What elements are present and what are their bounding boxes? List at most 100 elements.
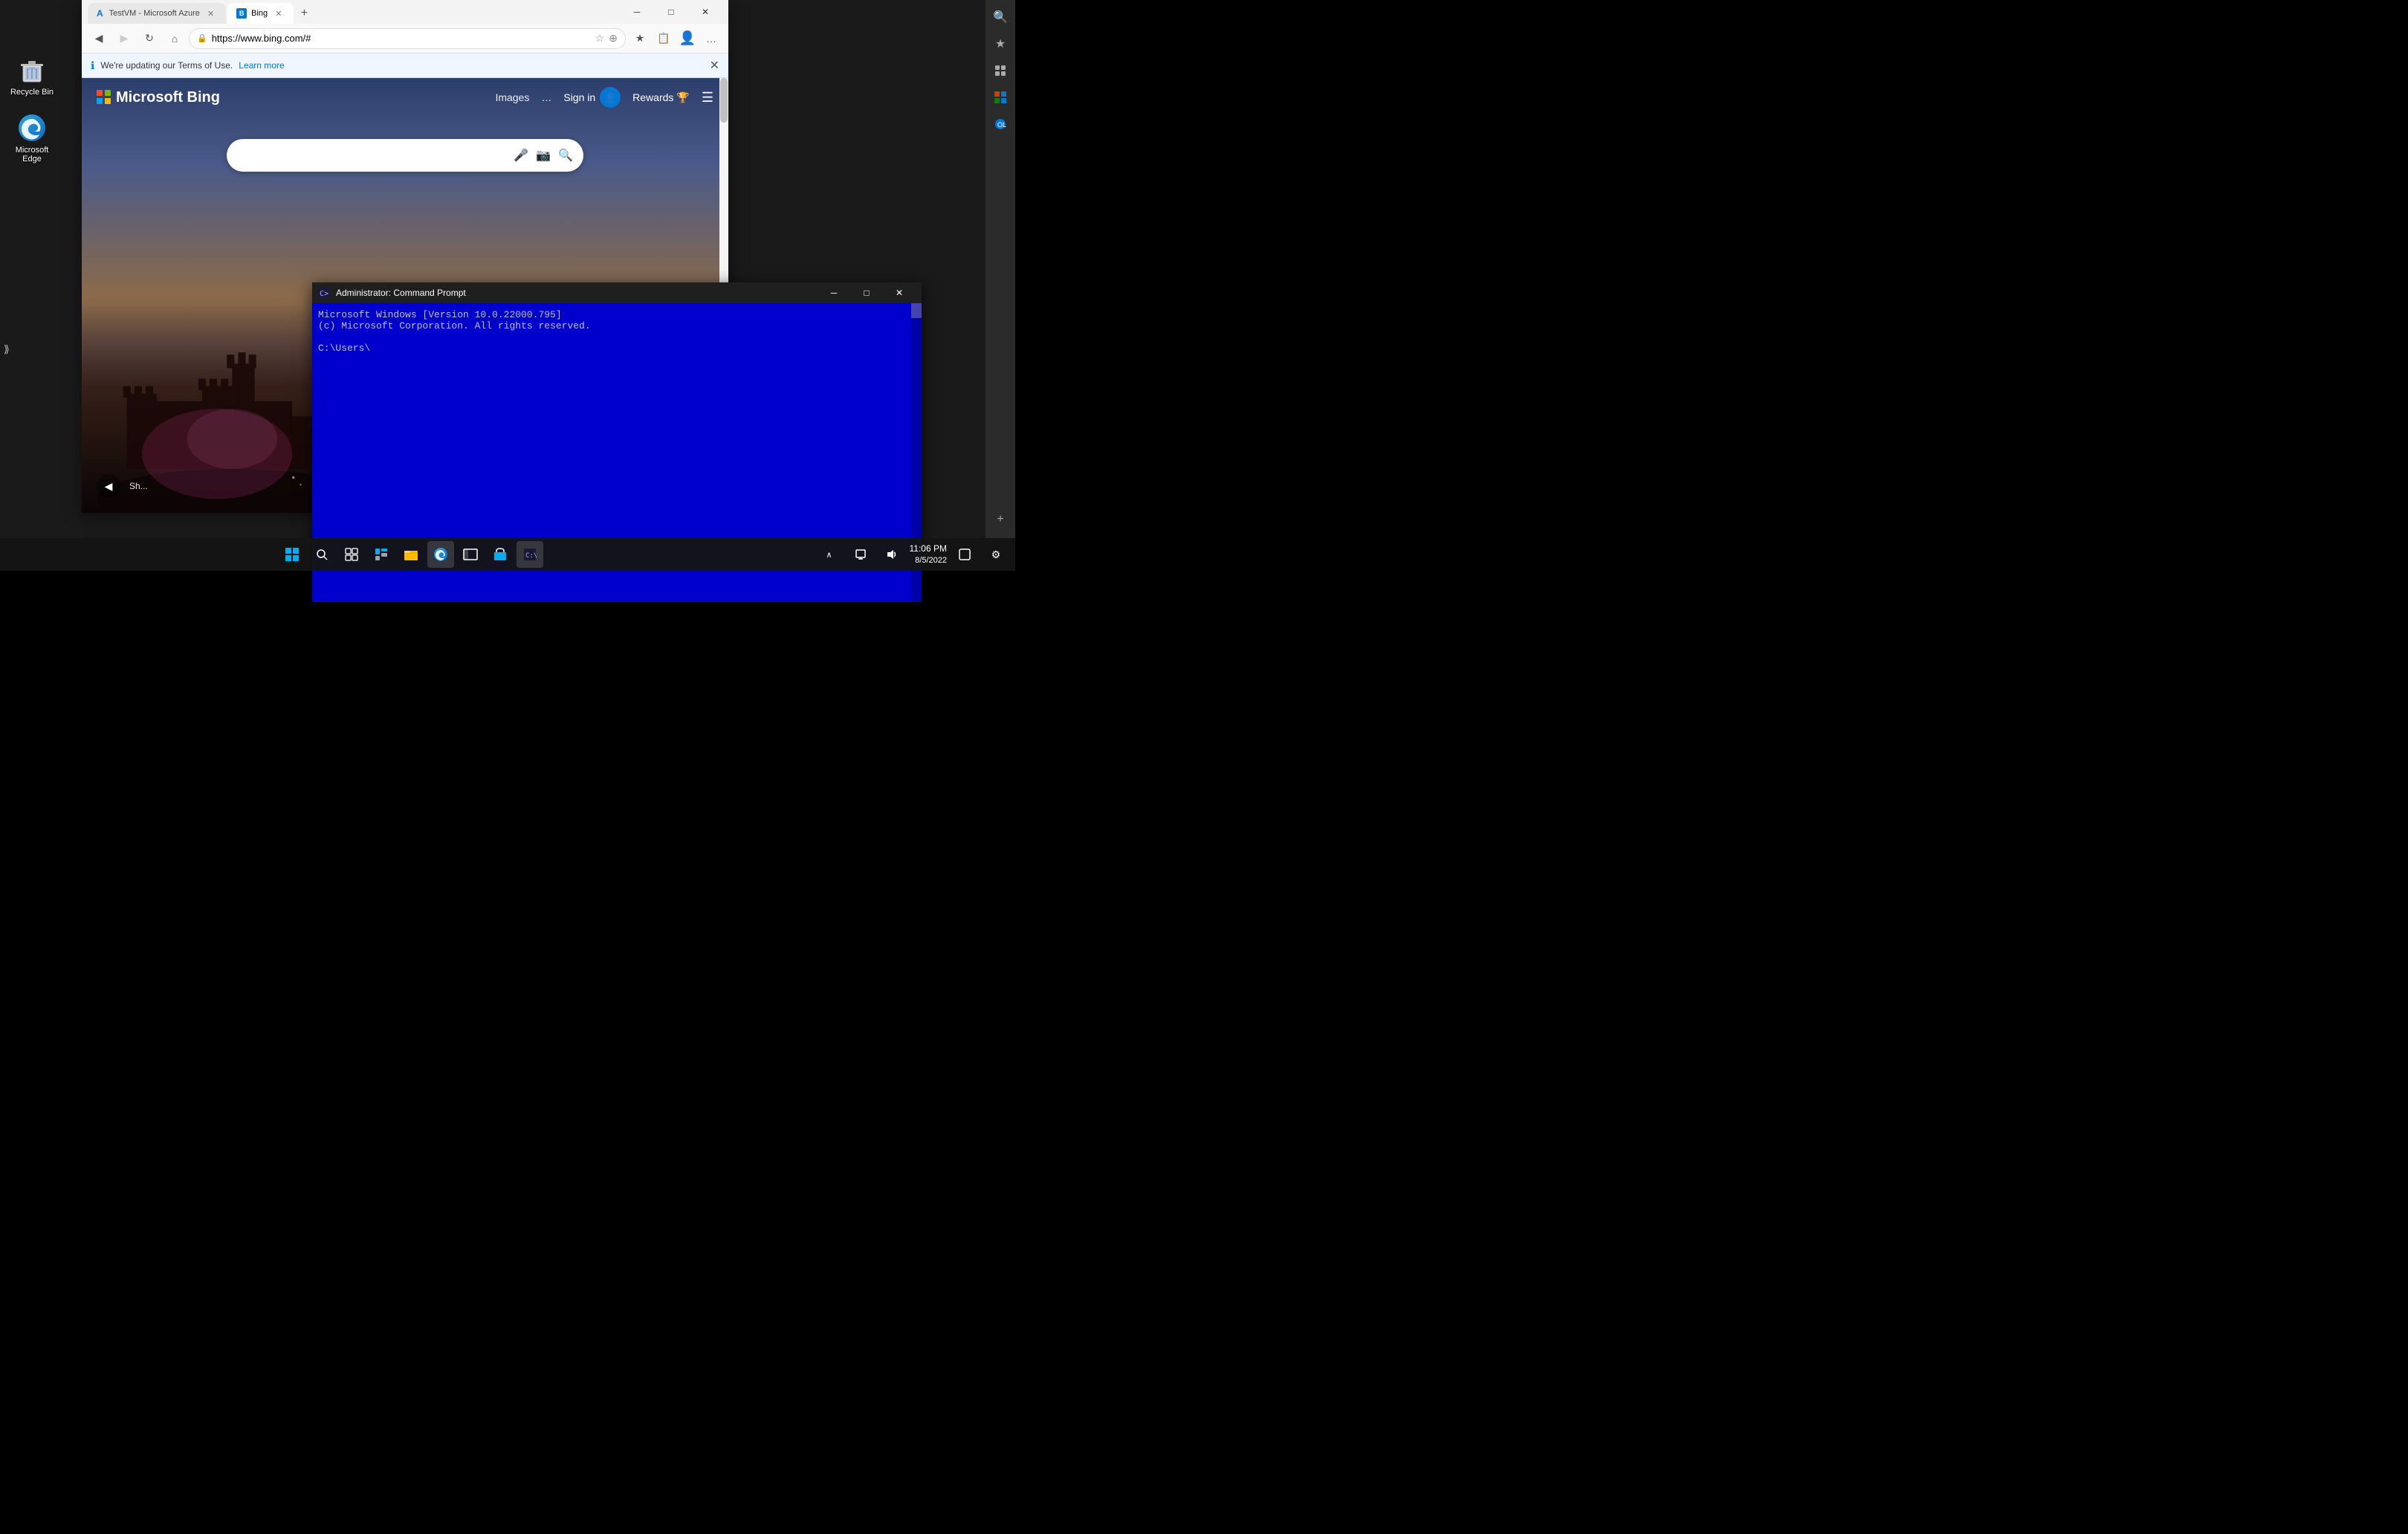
star-icon[interactable]: ☆ <box>595 32 605 45</box>
task-view-button[interactable] <box>338 541 365 568</box>
collections-action[interactable]: 📋 <box>653 27 675 50</box>
close-button[interactable]: ✕ <box>688 0 722 24</box>
widgets-button[interactable] <box>368 541 395 568</box>
minimize-button[interactable]: ─ <box>620 0 654 24</box>
bing-nav: Images … Sign in 👤 Rewards 🏆 ☰ <box>495 87 713 108</box>
azure-tab-label: TestVM - Microsoft Azure <box>109 9 200 18</box>
cmd-line-2: (c) Microsoft Corporation. All rights re… <box>318 320 916 331</box>
cmd-line-4: C:\Users\ <box>318 343 916 354</box>
learn-more-link[interactable]: Learn more <box>239 60 284 71</box>
cmd-minimize-button[interactable]: ─ <box>818 282 850 303</box>
notification-center[interactable] <box>951 541 978 568</box>
sidebar-office-icon[interactable] <box>989 86 1012 109</box>
tab-azure[interactable]: A TestVM - Microsoft Azure ✕ <box>88 3 226 24</box>
system-clock[interactable]: 11:06 PM 8/5/2022 <box>910 543 947 566</box>
azure-tab-close[interactable]: ✕ <box>204 7 217 20</box>
system-tray-expand[interactable]: ∧ <box>816 541 843 568</box>
forward-button[interactable]: ▶ <box>113 27 135 50</box>
cmd-icon: C> <box>318 287 330 299</box>
bing-search-input[interactable] <box>237 149 508 161</box>
tab-bing[interactable]: B Bing ✕ <box>227 3 294 24</box>
window-controls: ─ □ ✕ <box>620 0 722 24</box>
bing-rewards-text: Rewards <box>632 91 673 103</box>
sidebar-favorites-icon[interactable]: ★ <box>989 33 1012 55</box>
security-icon: 🔒 <box>197 33 207 43</box>
bing-tab-label: Bing <box>251 9 268 18</box>
profile-action[interactable]: 👤 <box>676 27 699 50</box>
bing-search-box[interactable]: 🎤 📷 🔍 <box>227 139 583 172</box>
voice-search-icon[interactable]: 🎤 <box>514 148 528 163</box>
cmd-title-bar: C> Administrator: Command Prompt ─ □ ✕ <box>312 282 922 303</box>
cmd-line-3 <box>318 331 916 343</box>
browser-nav-bar: ◀ ▶ ↻ ⌂ 🔒 https://www.bing.com/# ☆ ⊕ ★ 📋… <box>82 24 728 54</box>
taskbar-explorer[interactable] <box>457 541 484 568</box>
favorites-action[interactable]: ★ <box>629 27 651 50</box>
search-button[interactable]: 🔍 <box>558 148 573 163</box>
url-text: https://www.bing.com/# <box>212 33 591 44</box>
home-button[interactable]: ⌂ <box>164 27 186 50</box>
info-icon: ℹ <box>91 59 94 72</box>
taskbar-store[interactable] <box>487 541 514 568</box>
sidebar-search-icon[interactable]: 🔍 <box>989 6 1012 28</box>
svg-text:C>: C> <box>320 290 328 298</box>
date-display: 8/5/2022 <box>910 555 947 566</box>
add-tab-button[interactable]: + <box>294 3 314 24</box>
taskbar-file-explorer[interactable] <box>398 541 424 568</box>
edge-desktop-label: Microsoft Edge <box>9 146 55 164</box>
microsoft-edge-icon[interactable]: Microsoft Edge <box>6 110 58 166</box>
bing-signin-button[interactable]: Sign in 👤 <box>563 87 621 108</box>
carousel-label: Sh... <box>129 481 148 491</box>
close-notification-button[interactable]: ✕ <box>710 58 719 73</box>
search-icons: 🎤 📷 🔍 <box>514 148 573 163</box>
volume-icon[interactable] <box>878 541 905 568</box>
edge-extensions-sidebar: 🔍 ★ OL + <box>985 0 1015 538</box>
maximize-button[interactable]: □ <box>654 0 688 24</box>
more-action[interactable]: … <box>700 27 722 50</box>
taskbar-edge-browser[interactable] <box>427 541 454 568</box>
taskbar-tray: ∧ 11:06 PM 8/5/2022 <box>816 541 1009 568</box>
desktop-scroll-indicator: ⟫ <box>4 343 10 356</box>
sidebar-outlook-icon[interactable]: OL <box>989 113 1012 135</box>
scrollbar-thumb[interactable] <box>720 78 728 123</box>
taskbar-terminal[interactable]: C:\ <box>517 541 543 568</box>
back-button[interactable]: ◀ <box>88 27 110 50</box>
rewards-icon: 🏆 <box>676 91 689 104</box>
notification-bar: ℹ We're updating our Terms of Use. Learn… <box>82 54 728 78</box>
visual-search-icon[interactable]: 📷 <box>536 148 551 163</box>
bing-menu-button[interactable]: ☰ <box>702 90 713 106</box>
carousel-prev-button[interactable]: ◀ <box>97 474 120 498</box>
taskbar-settings[interactable]: ⚙ <box>983 541 1009 568</box>
bing-images-link[interactable]: Images <box>495 91 529 103</box>
start-button[interactable] <box>279 541 305 568</box>
bing-logo: Microsoft Bing <box>97 89 220 106</box>
cmd-title-text: Administrator: Command Prompt <box>336 288 812 298</box>
cmd-line-1: Microsoft Windows [Version 10.0.22000.79… <box>318 309 916 320</box>
nav-actions: ★ 📋 👤 … <box>629 27 722 50</box>
network-icon[interactable] <box>847 541 874 568</box>
bing-search-area: 🎤 📷 🔍 <box>82 139 728 172</box>
recycle-bin-icon[interactable]: Recycle Bin <box>6 52 58 100</box>
bing-more-link[interactable]: … <box>541 91 551 103</box>
ms-logo-squares <box>97 90 111 105</box>
cmd-scrollbar-thumb[interactable] <box>911 303 922 318</box>
bing-logo-text: Microsoft Bing <box>116 89 220 106</box>
svg-text:C:\: C:\ <box>525 552 537 560</box>
cmd-close-button[interactable]: ✕ <box>883 282 916 303</box>
svg-text:OL: OL <box>997 121 1006 129</box>
bing-tab-close[interactable]: ✕ <box>272 7 285 20</box>
recycle-bin-image <box>17 55 47 85</box>
tab-strip: A TestVM - Microsoft Azure ✕ B Bing ✕ + <box>88 0 620 24</box>
browser-title-bar: A TestVM - Microsoft Azure ✕ B Bing ✕ + <box>82 0 728 24</box>
desktop: Recycle Bin Microsoft Edge ⟫ <box>0 0 1015 571</box>
bing-header: Microsoft Bing Images … Sign in 👤 Reward… <box>82 78 728 117</box>
add-favorites-icon[interactable]: ⊕ <box>609 32 618 45</box>
refresh-button[interactable]: ↻ <box>138 27 161 50</box>
recycle-bin-label: Recycle Bin <box>10 88 54 97</box>
taskbar-search-button[interactable] <box>308 541 335 568</box>
cmd-restore-button[interactable]: □ <box>850 282 883 303</box>
sidebar-collections-icon[interactable] <box>989 59 1012 82</box>
bing-rewards-button[interactable]: Rewards 🏆 <box>632 91 690 104</box>
address-bar[interactable]: 🔒 https://www.bing.com/# ☆ ⊕ <box>189 28 626 49</box>
sidebar-add-icon[interactable]: + <box>989 508 1012 531</box>
signin-avatar: 👤 <box>600 87 621 108</box>
